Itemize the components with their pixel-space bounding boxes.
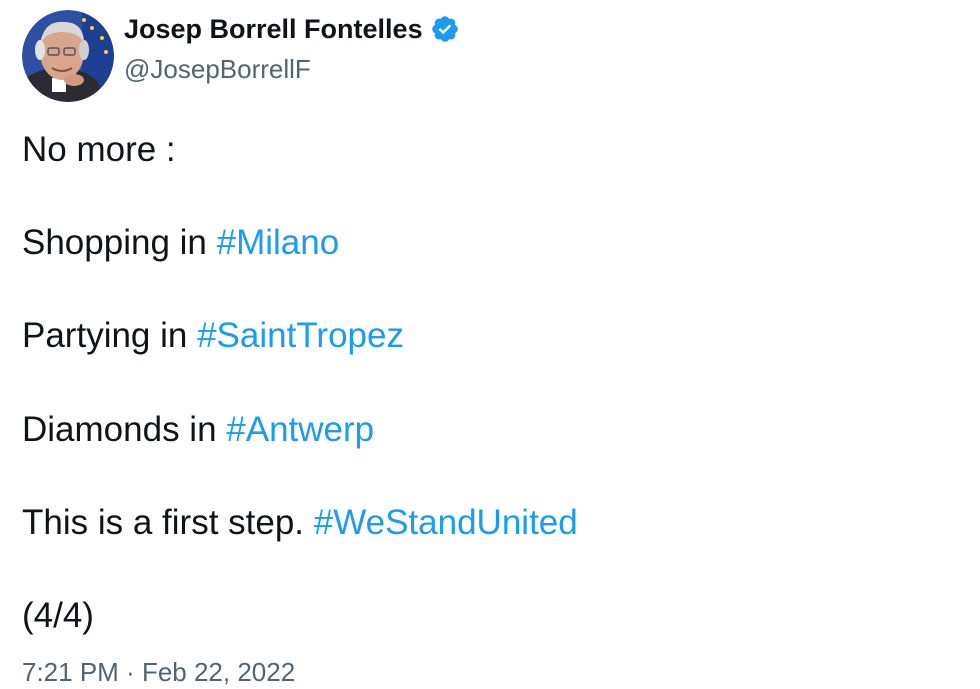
tweet-text: This is a first step. bbox=[22, 503, 314, 542]
avatar[interactable] bbox=[22, 10, 114, 102]
tweet-text-line: No more : bbox=[22, 128, 176, 172]
author-display-name[interactable]: Josep Borrell Fontelles bbox=[124, 12, 423, 46]
hashtag-link-sainttropez[interactable]: #SaintTropez bbox=[197, 316, 404, 355]
name-row: Josep Borrell Fontelles bbox=[124, 12, 460, 46]
author-handle[interactable]: @JosepBorrellF bbox=[124, 52, 460, 86]
tweet-text-line: (4/4) bbox=[22, 594, 94, 638]
tweet-card: Josep Borrell Fontelles @JosepBorrellF N… bbox=[0, 0, 980, 687]
tweet-text: Shopping in bbox=[22, 223, 217, 262]
author-identity: Josep Borrell Fontelles @JosepBorrellF bbox=[124, 12, 460, 86]
hashtag-link-westandunited[interactable]: #WeStandUnited bbox=[314, 503, 578, 542]
tweet-text: No more : bbox=[22, 130, 176, 169]
profile-photo bbox=[22, 10, 114, 102]
tweet-text-line: Diamonds in #Antwerp bbox=[22, 408, 374, 452]
meta-separator: · bbox=[118, 657, 142, 687]
verified-badge-icon bbox=[430, 14, 460, 44]
tweet-header: Josep Borrell Fontelles @JosepBorrellF bbox=[22, 10, 460, 102]
tweet-text-line: This is a first step. #WeStandUnited bbox=[22, 501, 578, 545]
tweet-text-line: Shopping in #Milano bbox=[22, 221, 339, 265]
hashtag-link-antwerp[interactable]: #Antwerp bbox=[226, 410, 374, 449]
hashtag-link-milano[interactable]: #Milano bbox=[217, 223, 340, 262]
tweet-time-link[interactable]: 7:21 PM bbox=[22, 657, 119, 687]
tweet-timestamp: 7:21 PM · Feb 22, 2022 bbox=[22, 655, 295, 689]
tweet-text: Partying in bbox=[22, 316, 198, 355]
tweet-text-line: Partying in #SaintTropez bbox=[22, 314, 404, 358]
tweet-text: (4/4) bbox=[22, 596, 94, 635]
tweet-text: Diamonds in bbox=[22, 410, 227, 449]
tweet-date-link[interactable]: Feb 22, 2022 bbox=[142, 657, 295, 687]
